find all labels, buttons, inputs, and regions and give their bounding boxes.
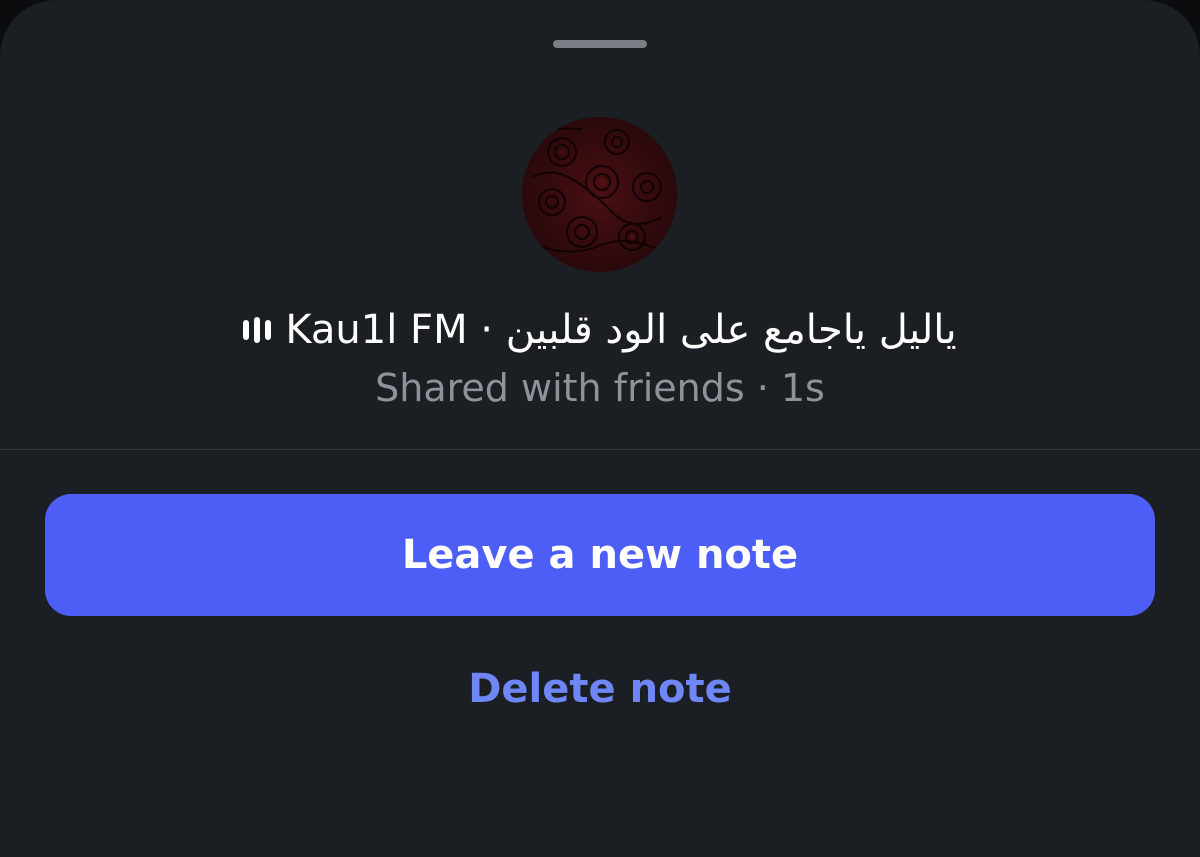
note-subtitle: Shared with friends · 1s (375, 366, 825, 410)
avatar[interactable] (522, 117, 677, 272)
music-bars-icon (243, 315, 272, 345)
delete-note-button[interactable]: Delete note (400, 656, 800, 722)
artist-name: Kau1l FM (285, 307, 468, 353)
note-title-row: Kau1l FM · ياليل ياجامع على الود قلبين (0, 298, 1200, 362)
divider (0, 449, 1200, 450)
note-title: Kau1l FM · ياليل ياجامع على الود قلبين (285, 307, 956, 353)
bottom-sheet: Kau1l FM · ياليل ياجامع على الود قلبين S… (0, 0, 1200, 857)
track-title: ياليل ياجامع على الود قلبين (505, 307, 957, 353)
leave-new-note-button[interactable]: Leave a new note (45, 494, 1155, 616)
sheet-grabber-handle[interactable] (553, 40, 647, 48)
title-separator: · (480, 307, 494, 353)
